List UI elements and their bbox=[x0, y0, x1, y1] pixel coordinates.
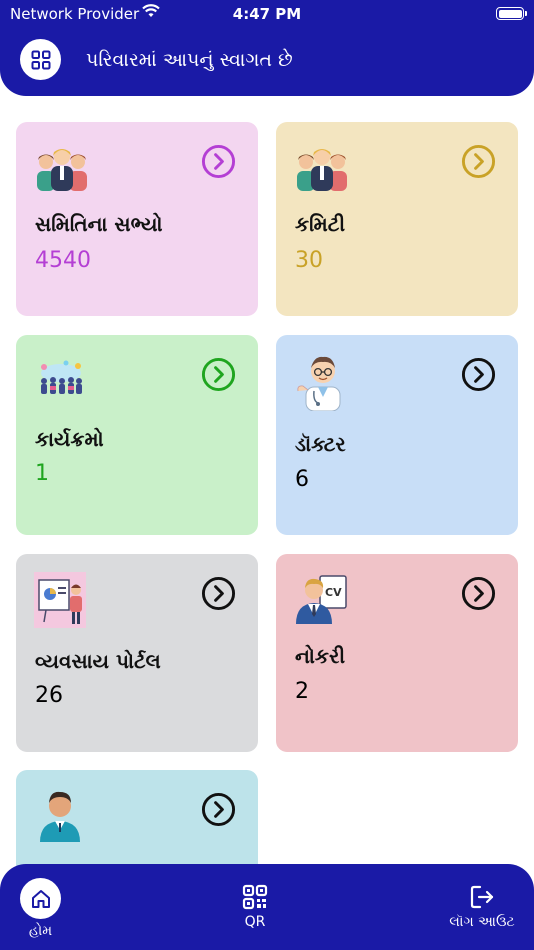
card-count: 2 bbox=[295, 679, 309, 704]
nav-logout[interactable]: લૉગ આઉટ bbox=[440, 884, 524, 930]
person-avatar-icon bbox=[40, 791, 80, 842]
people-group-icon bbox=[297, 149, 347, 191]
chevron-right-circle-icon[interactable] bbox=[461, 357, 496, 392]
battery-icon bbox=[496, 7, 527, 20]
menu-button[interactable] bbox=[20, 39, 61, 80]
card-doctor[interactable]: ડૉક્ટર 6 bbox=[276, 335, 518, 535]
chevron-right-circle-icon[interactable] bbox=[201, 144, 236, 179]
card-label: સમિતિના સભ્યો bbox=[35, 212, 163, 236]
card-committee[interactable]: કમિટી 30 bbox=[276, 122, 518, 316]
card-label: કાર્યક્રમો bbox=[35, 427, 104, 451]
nav-qr-label: QR bbox=[244, 914, 266, 930]
chevron-right-circle-icon[interactable] bbox=[461, 144, 496, 179]
card-count: 4540 bbox=[35, 248, 91, 273]
chevron-right-circle-icon[interactable] bbox=[461, 576, 496, 611]
card-label: વ્યવસાય પોર્ટલ bbox=[35, 649, 161, 673]
nav-home[interactable]: હોમ bbox=[20, 878, 61, 939]
card-events[interactable]: કાર્યક્રમો 1 bbox=[16, 335, 258, 535]
bottom-nav: હોમ QR લૉગ આઉટ bbox=[0, 864, 534, 950]
doctor-icon bbox=[297, 356, 341, 411]
card-count: 6 bbox=[295, 467, 309, 492]
card-count: 26 bbox=[35, 683, 63, 708]
card-label: ડૉક્ટર bbox=[295, 432, 346, 456]
people-group-icon bbox=[37, 149, 87, 191]
app-header: પરિવારમાં આપનું સ્વાગત છે bbox=[0, 27, 534, 96]
card-count: 1 bbox=[35, 461, 49, 486]
card-count: 30 bbox=[295, 248, 323, 273]
page-title: પરિવારમાં આપનું સ્વાગત છે bbox=[86, 49, 293, 71]
status-bar: Network Provider 4:47 PM bbox=[0, 0, 534, 28]
nav-logout-label: લૉગ આઉટ bbox=[449, 914, 515, 930]
chevron-right-circle-icon[interactable] bbox=[201, 792, 236, 827]
presentation-board-icon bbox=[34, 572, 86, 628]
chevron-right-circle-icon[interactable] bbox=[201, 357, 236, 392]
svg-text:CV: CV bbox=[325, 586, 342, 599]
event-crowd-icon bbox=[41, 360, 82, 394]
home-icon bbox=[31, 889, 50, 908]
card-label: નોકરી bbox=[295, 644, 346, 668]
chevron-right-circle-icon[interactable] bbox=[201, 576, 236, 611]
card-jobs[interactable]: CV નોકરી 2 bbox=[276, 554, 518, 752]
card-business-portal[interactable]: વ્યવસાય પોર્ટલ 26 bbox=[16, 554, 258, 752]
nav-home-label: હોમ bbox=[28, 923, 53, 939]
grid-menu-icon bbox=[31, 50, 50, 69]
logout-icon bbox=[470, 885, 494, 909]
qr-code-icon bbox=[242, 884, 268, 910]
card-label: કમિટી bbox=[295, 212, 346, 236]
card-committee-members[interactable]: સમિતિના સભ્યો 4540 bbox=[16, 122, 258, 316]
nav-qr[interactable]: QR bbox=[230, 884, 280, 930]
cv-resume-icon: CV bbox=[296, 575, 347, 624]
clock: 4:47 PM bbox=[232, 5, 302, 23]
